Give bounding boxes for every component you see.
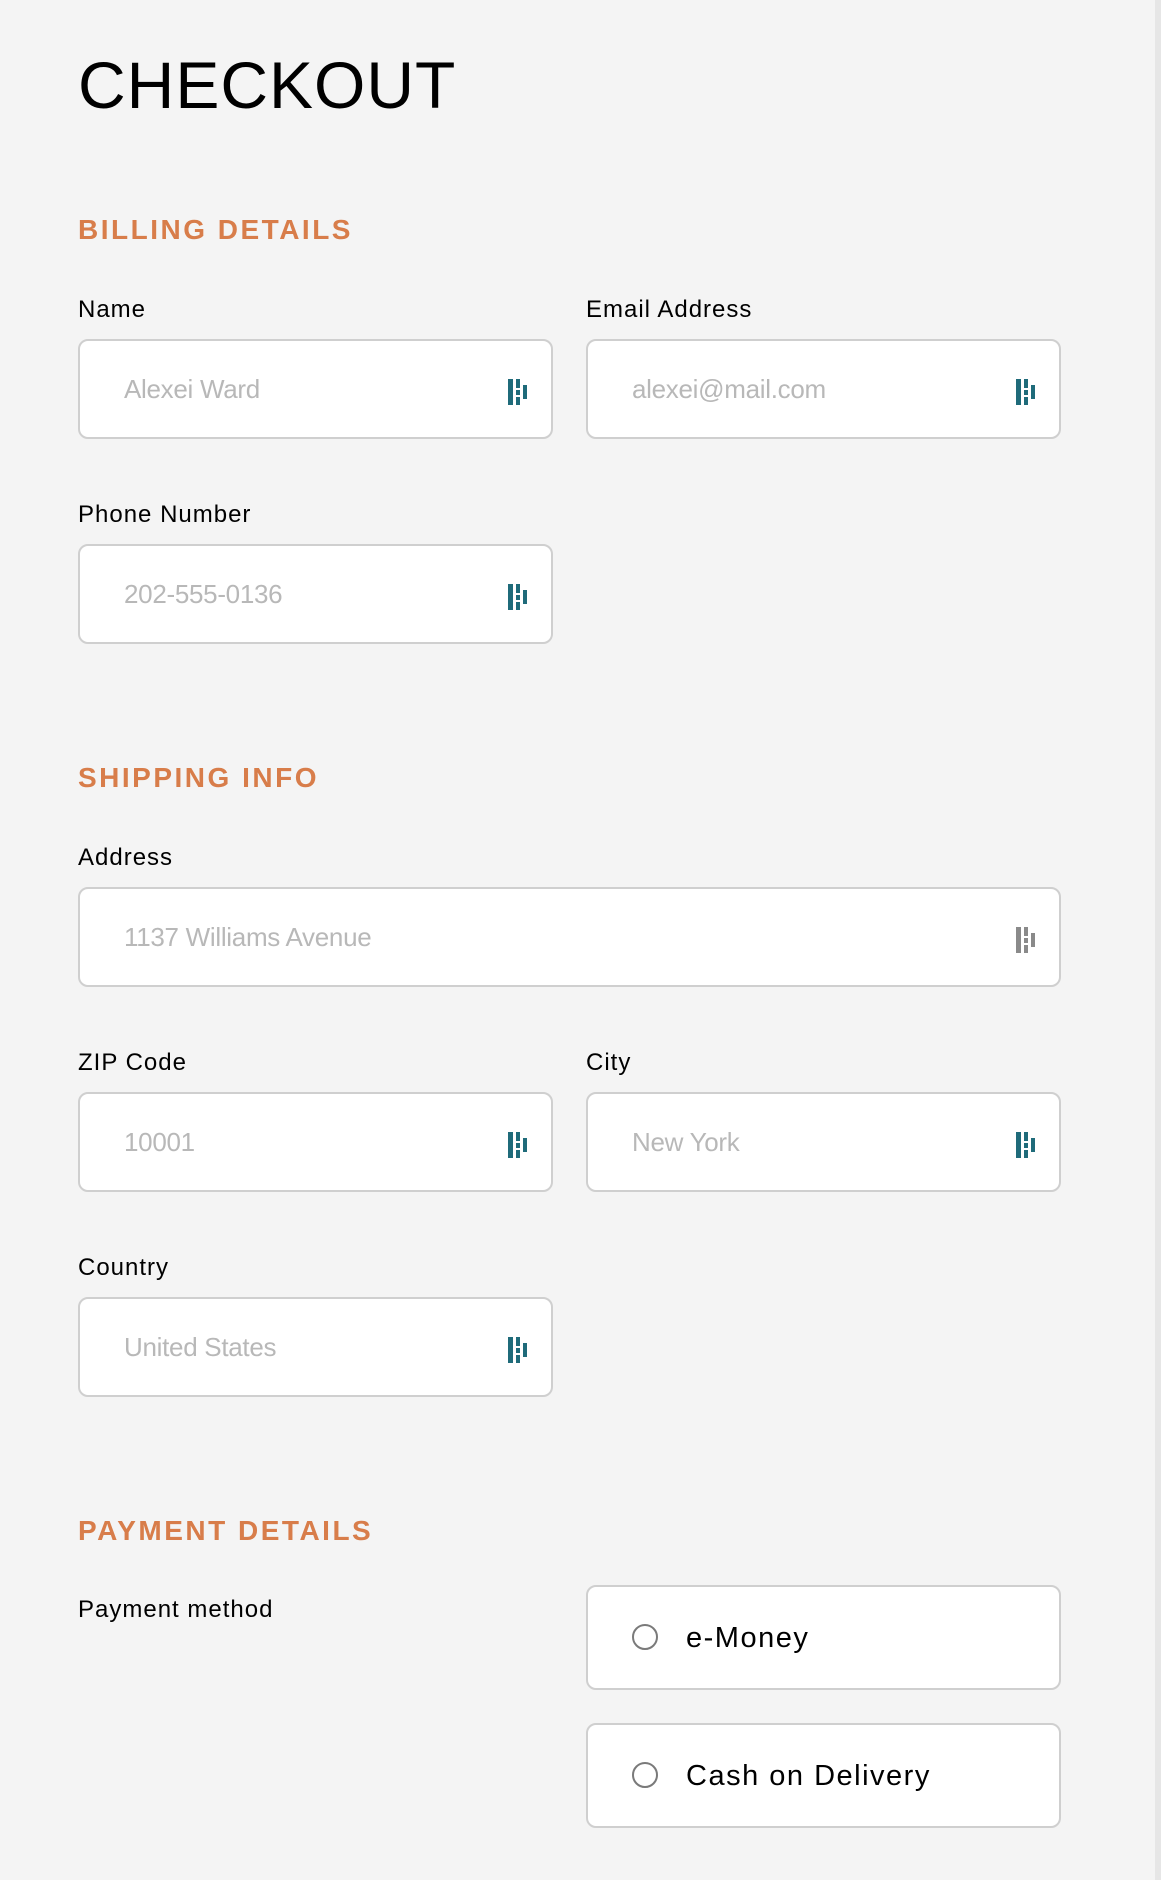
phone-input-box	[78, 544, 553, 644]
name-input-box	[78, 339, 553, 439]
country-input-box	[78, 1297, 553, 1397]
email-input-box	[586, 339, 1061, 439]
email-field: Email Address	[586, 298, 1061, 439]
country-input[interactable]	[80, 1299, 551, 1395]
payment-option-label: e-Money	[686, 1622, 810, 1654]
password-manager-icon[interactable]	[1015, 377, 1041, 407]
radio-circle-icon[interactable]	[632, 1762, 658, 1788]
phone-field: Phone Number	[78, 503, 553, 644]
payment-section-title: PAYMENT DETAILS	[78, 1515, 374, 1546]
address-label: Address	[78, 844, 174, 871]
email-label: Email Address	[586, 296, 753, 323]
city-field: City	[586, 1051, 1061, 1192]
password-manager-icon[interactable]	[507, 1130, 533, 1160]
password-manager-icon[interactable]	[1015, 1130, 1041, 1160]
payment-option-cash-on-delivery[interactable]: Cash on Delivery	[586, 1723, 1061, 1828]
name-label: Name	[78, 296, 147, 323]
password-manager-icon[interactable]	[507, 582, 533, 612]
scrollbar-track	[1155, 0, 1161, 1880]
city-label: City	[586, 1049, 632, 1076]
phone-input[interactable]	[80, 546, 551, 642]
page-title: CHECKOUT	[78, 48, 457, 122]
name-input[interactable]	[80, 341, 551, 437]
payment-option-label: Cash on Delivery	[686, 1760, 931, 1792]
zip-field: ZIP Code	[78, 1051, 553, 1192]
password-manager-icon[interactable]	[1015, 925, 1041, 955]
city-input-box	[586, 1092, 1061, 1192]
payment-option-emoney[interactable]: e-Money	[586, 1585, 1061, 1690]
address-input-box	[78, 887, 1061, 987]
name-field: Name	[78, 298, 553, 439]
radio-circle-icon[interactable]	[632, 1624, 658, 1650]
shipping-section-title: SHIPPING INFO	[78, 762, 319, 793]
billing-section-title: BILLING DETAILS	[78, 214, 353, 245]
address-field: Address	[78, 846, 1061, 987]
country-label: Country	[78, 1254, 170, 1281]
password-manager-icon[interactable]	[507, 1335, 533, 1365]
email-input[interactable]	[588, 341, 1059, 437]
city-input[interactable]	[588, 1094, 1059, 1190]
zip-input[interactable]	[80, 1094, 551, 1190]
country-field: Country	[78, 1256, 553, 1397]
address-input[interactable]	[80, 889, 1059, 985]
payment-method-label: Payment method	[78, 1596, 274, 1623]
zip-label: ZIP Code	[78, 1049, 187, 1076]
zip-input-box	[78, 1092, 553, 1192]
password-manager-icon[interactable]	[507, 377, 533, 407]
phone-label: Phone Number	[78, 501, 252, 528]
